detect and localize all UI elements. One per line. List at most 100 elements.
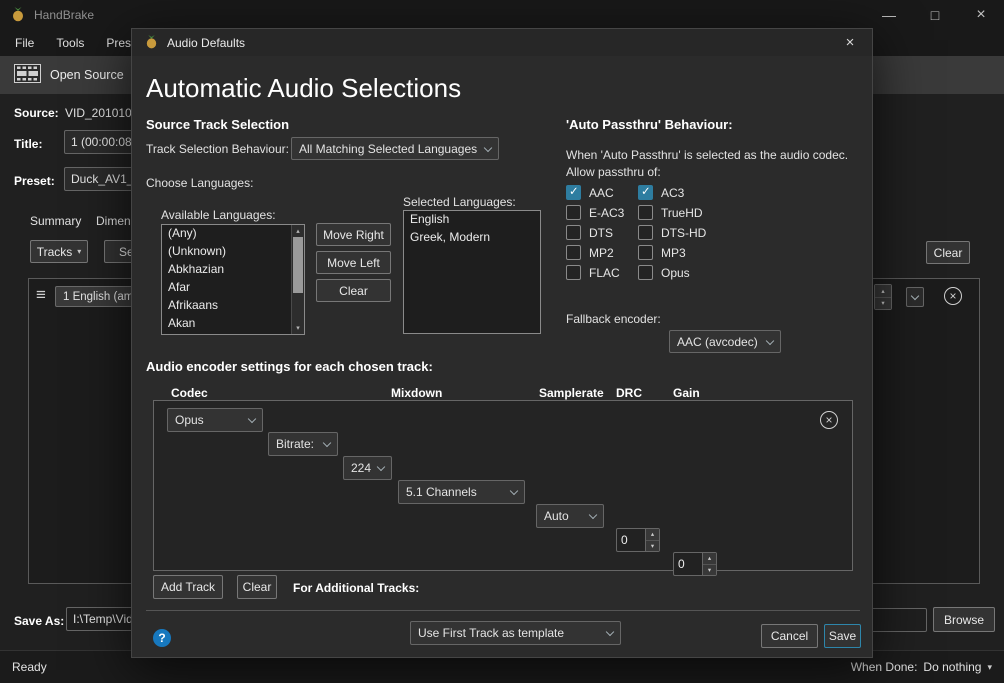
- spin-up-icon[interactable]: ▴: [646, 529, 659, 541]
- drc-spinner[interactable]: 0 ▴ ▾: [616, 528, 660, 552]
- spin-down-icon[interactable]: ▾: [703, 565, 716, 576]
- scrollbar-thumb[interactable]: [293, 237, 303, 293]
- encoder-track-list: Opus Bitrate: 224 5.1 Channels Auto: [153, 400, 853, 571]
- checkbox[interactable]: ✓: [638, 205, 653, 220]
- scroll-up-icon[interactable]: ▴: [292, 227, 304, 235]
- bitrate-mode-select[interactable]: Bitrate:: [268, 432, 338, 456]
- minimize-icon[interactable]: —: [866, 0, 912, 30]
- spin-down-icon[interactable]: ▾: [875, 298, 891, 310]
- menu-tools[interactable]: Tools: [45, 32, 95, 54]
- cancel-button[interactable]: Cancel: [761, 624, 818, 648]
- chevron-down-icon: [510, 487, 518, 495]
- passthru-option-ac3[interactable]: ✓ AC3: [638, 185, 684, 200]
- passthru-option-mp3[interactable]: ✓ MP3: [638, 245, 686, 260]
- available-languages-listbox[interactable]: (Any) (Unknown) Abkhazian Afar Afrikaans…: [161, 224, 305, 335]
- checkbox[interactable]: ✓: [566, 245, 581, 260]
- help-icon[interactable]: ?: [153, 629, 171, 647]
- checkbox[interactable]: ✓: [638, 225, 653, 240]
- list-item[interactable]: Akan: [162, 315, 304, 333]
- gain-spinner-partial[interactable]: ▴ ▾: [874, 284, 892, 310]
- spin-up-icon[interactable]: ▴: [703, 553, 716, 565]
- clear-languages-button[interactable]: Clear: [316, 279, 391, 302]
- passthru-option-mp2[interactable]: ✓ MP2: [566, 245, 614, 260]
- save-button[interactable]: Save: [824, 624, 861, 648]
- list-item[interactable]: (Any): [162, 225, 304, 243]
- checkbox[interactable]: ✓: [638, 265, 653, 280]
- checkbox[interactable]: ✓: [566, 185, 581, 200]
- list-item[interactable]: (Unknown): [162, 243, 304, 261]
- tracks-dropdown-button[interactable]: Tracks ▾: [30, 240, 88, 263]
- when-done-dropdown[interactable]: When Done: Do nothing ▾: [851, 660, 992, 674]
- checkbox[interactable]: ✓: [638, 245, 653, 260]
- preset-label: Preset:: [14, 174, 55, 188]
- list-item[interactable]: English: [404, 211, 540, 229]
- additional-tracks-select[interactable]: Use First Track as template: [410, 621, 621, 645]
- col-header-samplerate: Samplerate: [539, 386, 604, 400]
- audio-defaults-dialog: Audio Defaults × Automatic Audio Selecti…: [131, 28, 873, 658]
- dropdown-arrow-icon: ▾: [987, 662, 992, 673]
- chevron-down-icon: [248, 415, 256, 423]
- clear-tracks-button[interactable]: Clear: [926, 241, 970, 264]
- checkbox[interactable]: ✓: [566, 265, 581, 280]
- save-as-label: Save As:: [14, 614, 64, 628]
- additional-tracks-label: For Additional Tracks:: [293, 581, 419, 595]
- passthru-option-dts[interactable]: ✓ DTS: [566, 225, 613, 240]
- tab-dimensions[interactable]: Dimens: [96, 214, 131, 228]
- col-header-drc: DRC: [616, 386, 642, 400]
- source-track-heading: Source Track Selection: [146, 117, 289, 132]
- col-header-gain: Gain: [673, 386, 700, 400]
- list-item[interactable]: Greek, Modern: [404, 229, 540, 247]
- source-label: Source:: [14, 106, 59, 120]
- remove-track-icon[interactable]: ×: [820, 411, 838, 429]
- samplerate-select[interactable]: Auto: [536, 504, 604, 528]
- drag-handle-icon[interactable]: ≡: [36, 286, 46, 303]
- dialog-title: Audio Defaults: [167, 36, 245, 50]
- spin-up-icon[interactable]: ▴: [875, 285, 891, 298]
- spin-down-icon[interactable]: ▾: [646, 541, 659, 552]
- film-strip-icon: [14, 64, 41, 86]
- chevron-down-icon: [484, 143, 492, 151]
- move-left-button[interactable]: Move Left: [316, 251, 391, 274]
- open-source-button[interactable]: Open Source: [0, 56, 138, 94]
- list-item[interactable]: Afrikaans: [162, 297, 304, 315]
- handbrake-logo-icon: [10, 6, 26, 25]
- passthru-option-truehd[interactable]: ✓ TrueHD: [638, 205, 703, 220]
- chevron-down-icon: [323, 439, 331, 447]
- browse-button[interactable]: Browse: [933, 607, 995, 632]
- passthru-option-eac3[interactable]: ✓ E-AC3: [566, 205, 624, 220]
- maximize-icon[interactable]: □: [912, 0, 958, 30]
- codec-select[interactable]: Opus: [167, 408, 263, 432]
- list-item[interactable]: Abkhazian: [162, 261, 304, 279]
- menu-file[interactable]: File: [4, 32, 45, 54]
- handbrake-app: HandBrake — □ × File Tools Presets Op: [0, 0, 1004, 683]
- track-selection-behaviour-select[interactable]: All Matching Selected Languages: [291, 137, 499, 160]
- scrollbar[interactable]: ▴ ▾: [291, 225, 304, 334]
- checkbox[interactable]: ✓: [638, 185, 653, 200]
- mixdown-select[interactable]: 5.1 Channels: [398, 480, 525, 504]
- checkbox[interactable]: ✓: [566, 225, 581, 240]
- remove-track-icon[interactable]: ×: [944, 287, 962, 305]
- close-icon[interactable]: ×: [958, 0, 1004, 30]
- selected-languages-listbox[interactable]: English Greek, Modern: [403, 210, 541, 334]
- list-item[interactable]: Afar: [162, 279, 304, 297]
- scroll-down-icon[interactable]: ▾: [292, 324, 304, 332]
- add-track-button[interactable]: Add Track: [153, 575, 223, 599]
- bitrate-value-select[interactable]: 224: [343, 456, 392, 480]
- check-icon: ✓: [569, 186, 579, 199]
- checkbox[interactable]: ✓: [566, 205, 581, 220]
- passthru-option-aac[interactable]: ✓ AAC: [566, 185, 614, 200]
- gain-spinner[interactable]: 0 ▴ ▾: [673, 552, 717, 576]
- dropdown-stub[interactable]: [906, 287, 924, 307]
- passthru-option-opus[interactable]: ✓ Opus: [638, 265, 690, 280]
- fallback-encoder-select[interactable]: AAC (avcodec): [669, 330, 781, 353]
- passthru-option-dtshd[interactable]: ✓ DTS-HD: [638, 225, 706, 240]
- selected-languages-label: Selected Languages:: [403, 195, 516, 209]
- passthru-option-flac[interactable]: ✓ FLAC: [566, 265, 620, 280]
- clear-tracks-button[interactable]: Clear: [237, 575, 277, 599]
- page-title: Automatic Audio Selections: [146, 73, 461, 104]
- available-languages-label: Available Languages:: [161, 208, 276, 222]
- destination-input-partial[interactable]: [871, 608, 927, 632]
- tab-summary[interactable]: Summary: [30, 214, 81, 228]
- close-icon[interactable]: ×: [828, 29, 872, 56]
- move-right-button[interactable]: Move Right: [316, 223, 391, 246]
